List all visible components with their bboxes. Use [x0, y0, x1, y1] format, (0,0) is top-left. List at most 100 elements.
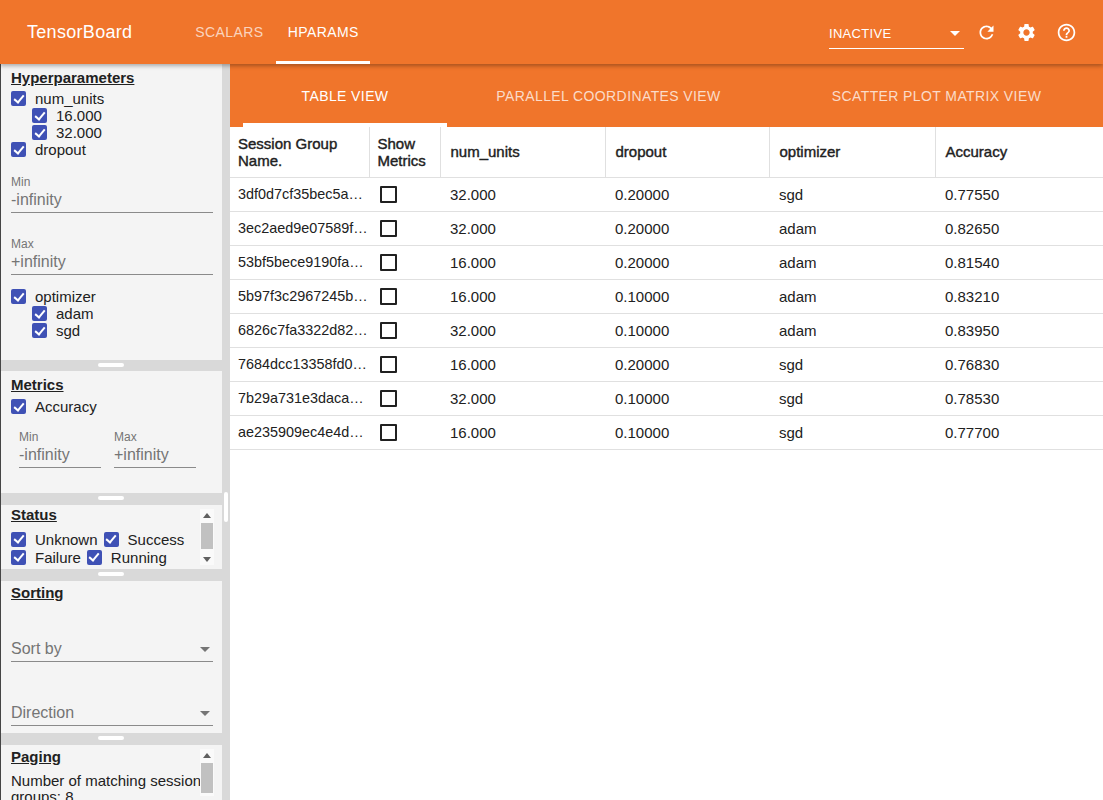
- tab-scalars[interactable]: SCALARS: [182, 0, 276, 64]
- plugin-tabs: SCALARS HPARAMS: [182, 0, 370, 64]
- optimizer-checkbox[interactable]: [11, 289, 26, 304]
- section-resize-divider[interactable]: [1, 733, 230, 745]
- optimizer-label: optimizer: [35, 288, 96, 305]
- accuracy-checkbox[interactable]: [11, 399, 26, 414]
- accuracy-cell: 0.83210: [935, 279, 1103, 313]
- show-metrics-checkbox[interactable]: [380, 254, 397, 271]
- col-accuracy: Accuracy: [935, 127, 1103, 177]
- status-failure-checkbox[interactable]: [11, 550, 26, 565]
- view-tabs: TABLE VIEW PARALLEL COORDINATES VIEW SCA…: [230, 64, 1103, 127]
- chevron-down-icon: [950, 31, 960, 36]
- scroll-thumb[interactable]: [201, 763, 213, 793]
- table-row: ae235909ec4e4d… 16.000 0.10000 sgd 0.777…: [230, 415, 1103, 449]
- optimizer-cell: adam: [769, 211, 935, 245]
- hparam-num-units-32[interactable]: 32.000: [32, 124, 212, 141]
- tab-parallel-coordinates-view[interactable]: PARALLEL COORDINATES VIEW: [447, 64, 770, 127]
- status-success-checkbox[interactable]: [104, 532, 119, 547]
- optimizer-cell: adam: [769, 313, 935, 347]
- session-group-name: 7684dcc13358fd0…: [230, 347, 369, 381]
- section-resize-divider[interactable]: [1, 493, 230, 505]
- metrics-minmax: Min -infinity Max +infinity: [19, 430, 212, 468]
- show-metrics-checkbox[interactable]: [380, 356, 397, 373]
- accuracy-cell: 0.77550: [935, 177, 1103, 211]
- num-units-32-checkbox[interactable]: [32, 125, 47, 140]
- paging-scrollbar[interactable]: [200, 749, 214, 796]
- sidebar-resize-handle[interactable]: [224, 492, 228, 522]
- tab-hparams[interactable]: HPARAMS: [276, 0, 370, 64]
- status-running-checkbox[interactable]: [87, 550, 102, 565]
- session-group-name: ae235909ec4e4d…: [230, 415, 369, 449]
- show-metrics-checkbox[interactable]: [380, 288, 397, 305]
- session-group-name: 3df0d7cf35bec5a…: [230, 177, 369, 211]
- hyperparameters-heading: Hyperparameters: [11, 70, 212, 86]
- status-failure[interactable]: Failure: [11, 548, 81, 566]
- metrics-min-input[interactable]: -infinity: [19, 446, 101, 468]
- optimizer-adam-checkbox[interactable]: [32, 306, 47, 321]
- status-unknown-label: Unknown: [35, 531, 98, 548]
- status-unknown[interactable]: Unknown: [11, 530, 98, 548]
- dropout-max-input[interactable]: +infinity: [11, 253, 213, 275]
- hparam-num-units[interactable]: num_units: [11, 90, 212, 107]
- section-resize-divider[interactable]: [1, 360, 230, 371]
- dropout-cell: 0.20000: [605, 245, 769, 279]
- optimizer-cell: sgd: [769, 347, 935, 381]
- hparam-num-units-16[interactable]: 16.000: [32, 107, 212, 124]
- session-group-name: 5b97f3c2967245b…: [230, 279, 369, 313]
- col-show-metrics: Show Metrics: [369, 127, 440, 177]
- sort-by-value: Sort by: [11, 640, 62, 658]
- optimizer-sgd-checkbox[interactable]: [32, 323, 47, 338]
- section-resize-divider[interactable]: [1, 569, 230, 581]
- gear-icon[interactable]: [1016, 22, 1037, 43]
- show-metrics-checkbox[interactable]: [380, 220, 397, 237]
- show-metrics-checkbox[interactable]: [380, 186, 397, 203]
- toolbar-actions: INACTIVE: [829, 0, 1103, 64]
- optimizer-sgd-label: sgd: [56, 322, 80, 339]
- dropout-min-label: Min: [11, 175, 212, 189]
- paging-summary: Number of matching session groups: 8: [11, 773, 206, 800]
- metrics-min-label: Min: [19, 430, 101, 444]
- metrics-max-input[interactable]: +infinity: [114, 446, 196, 468]
- num-units-16-checkbox[interactable]: [32, 108, 47, 123]
- help-icon[interactable]: [1056, 22, 1077, 43]
- num-units-checkbox[interactable]: [11, 91, 26, 106]
- show-metrics-checkbox[interactable]: [380, 322, 397, 339]
- col-optimizer: optimizer: [769, 127, 935, 177]
- hparam-optimizer-adam[interactable]: adam: [32, 305, 212, 322]
- dropout-cell: 0.10000: [605, 415, 769, 449]
- accuracy-cell: 0.78530: [935, 381, 1103, 415]
- dropout-cell: 0.20000: [605, 347, 769, 381]
- tab-scatter-plot-matrix-view[interactable]: SCATTER PLOT MATRIX VIEW: [770, 64, 1103, 127]
- hyperparameters-section: Hyperparameters num_units 16.000 32.000 …: [1, 64, 222, 360]
- refresh-icon[interactable]: [976, 22, 997, 43]
- dropout-checkbox[interactable]: [11, 142, 26, 157]
- tab-table-view[interactable]: TABLE VIEW: [243, 64, 447, 127]
- status-scrollbar[interactable]: [200, 509, 214, 565]
- status-running[interactable]: Running: [87, 548, 167, 566]
- hparam-optimizer[interactable]: optimizer: [11, 288, 212, 305]
- show-metrics-checkbox[interactable]: [380, 424, 397, 441]
- num-units-cell: 32.000: [440, 177, 605, 211]
- scroll-up-icon[interactable]: [200, 509, 214, 521]
- reload-status-select[interactable]: INACTIVE: [829, 26, 964, 49]
- show-metrics-checkbox[interactable]: [380, 390, 397, 407]
- scroll-up-icon[interactable]: [200, 749, 214, 761]
- hparam-dropout[interactable]: dropout: [11, 141, 212, 158]
- metric-accuracy[interactable]: Accuracy: [11, 398, 212, 415]
- dropout-min-input[interactable]: -infinity: [11, 191, 213, 213]
- col-session-group-name: Session Group Name.: [230, 127, 369, 177]
- scroll-thumb[interactable]: [201, 523, 213, 549]
- sort-by-select[interactable]: Sort by: [11, 640, 213, 662]
- col-num-units: num_units: [440, 127, 605, 177]
- direction-select[interactable]: Direction: [11, 704, 213, 726]
- status-success[interactable]: Success: [104, 530, 185, 548]
- num-units-16-label: 16.000: [56, 107, 102, 124]
- accuracy-cell: 0.83950: [935, 313, 1103, 347]
- hparam-optimizer-sgd[interactable]: sgd: [32, 322, 212, 339]
- status-unknown-checkbox[interactable]: [11, 532, 26, 547]
- chevron-down-icon: [200, 647, 210, 652]
- table-row: 3df0d7cf35bec5a… 32.000 0.20000 sgd 0.77…: [230, 177, 1103, 211]
- num-units-32-label: 32.000: [56, 124, 102, 141]
- accuracy-cell: 0.76830: [935, 347, 1103, 381]
- dropout-min-field: Min -infinity: [11, 175, 212, 213]
- scroll-down-icon[interactable]: [200, 553, 214, 565]
